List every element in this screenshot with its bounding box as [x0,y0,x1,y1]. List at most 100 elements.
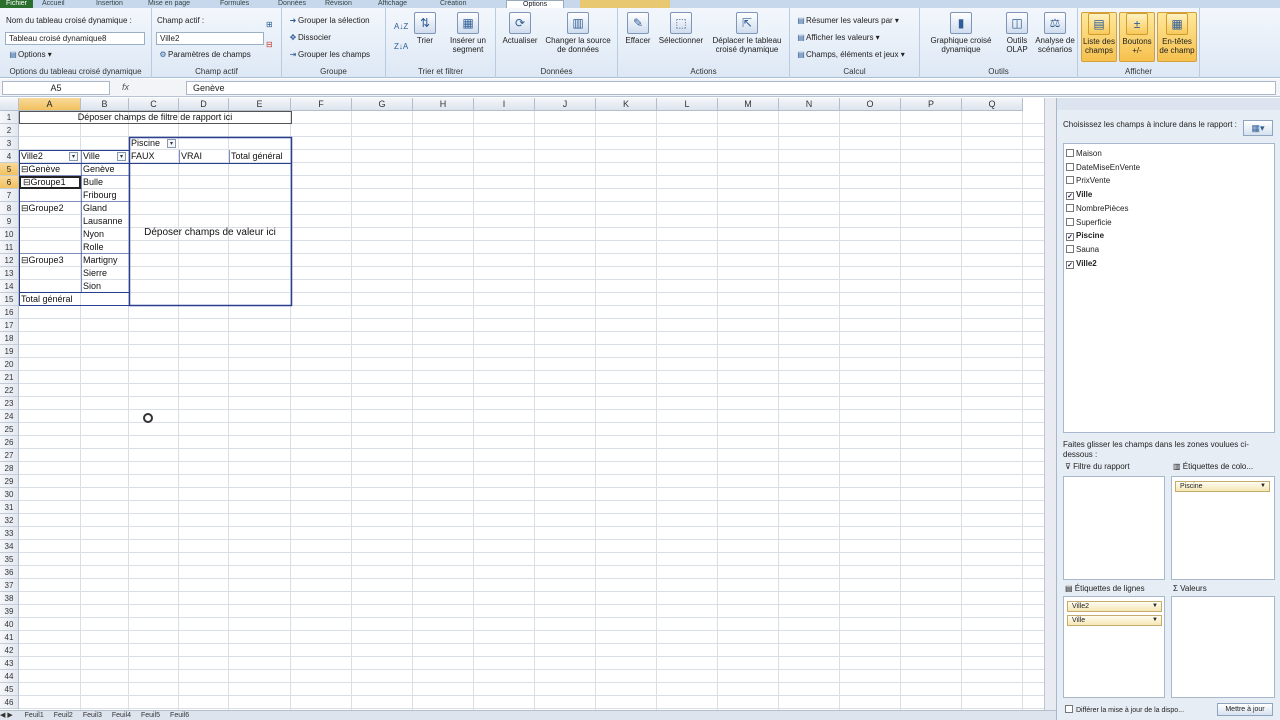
options-button[interactable]: ▤Options ▾ [8,50,52,59]
row-header[interactable]: 40 [0,618,19,631]
tab-8[interactable]: Création [440,0,466,8]
city-row[interactable]: Martigny [81,254,129,267]
collapse-field-icon[interactable]: ⊟ [266,40,273,49]
row-header[interactable]: 4 [0,150,19,163]
row-header[interactable]: 27 [0,449,19,462]
city-row[interactable]: Gland [81,202,129,215]
row-header[interactable]: 18 [0,332,19,345]
sheet-tab[interactable]: Feuil2 [54,712,73,719]
col-label-total[interactable]: Total général [229,150,291,163]
scenario-button[interactable]: ⚖ Analyse de scénarios [1034,12,1076,54]
vertical-scrollbar[interactable] [1044,98,1056,710]
grand-total-row[interactable]: Total général [19,293,129,306]
tab-5[interactable]: Données [278,0,306,8]
area-field-pill[interactable]: Ville2 ▼ [1067,601,1162,612]
row-header[interactable]: 23 [0,397,19,410]
tab-3[interactable]: Mise en page [148,0,190,8]
group-row-groupe2[interactable]: ⊟Groupe2 [19,202,81,215]
field-list-button[interactable]: ▤ Liste des champs [1081,12,1117,62]
update-button[interactable]: Mettre à jour [1217,703,1273,716]
tab-9[interactable]: Options [506,0,565,8]
pivot-chart-button[interactable]: ▮ Graphique croisé dynamique [922,12,1000,54]
layout-options-button[interactable]: ▦▾ [1243,120,1273,136]
sheet-tab[interactable]: Feuil6 [170,712,189,719]
collapse-icon[interactable]: ⊟ [21,164,29,174]
row-header[interactable]: 35 [0,553,19,566]
column-header[interactable]: E [229,98,291,111]
row-header[interactable]: 16 [0,306,19,319]
column-header[interactable]: K [596,98,657,111]
sort-za-icon[interactable]: Z↓A [394,42,408,51]
field-checkbox[interactable] [1066,217,1074,226]
row-header[interactable]: 12 [0,254,19,267]
column-header[interactable]: L [657,98,718,111]
field-checkbox[interactable]: ✓ [1066,260,1074,269]
column-header[interactable]: B [81,98,129,111]
column-header[interactable]: G [352,98,413,111]
pivot-filter-drop-zone[interactable]: Déposer champs de filtre de rapport ici [19,111,291,124]
city-row[interactable]: Genève [81,163,129,176]
tab-2[interactable]: Insertion [96,0,123,8]
city-row[interactable]: Sierre [81,267,129,280]
column-header[interactable]: H [413,98,474,111]
active-field-input[interactable]: Ville2 [156,32,264,45]
field-item[interactable]: NombrePièces [1066,202,1128,215]
row-header[interactable]: 22 [0,384,19,397]
column-header[interactable]: J [535,98,596,111]
field-item[interactable]: ✓ Piscine [1066,229,1104,242]
row-header[interactable]: 1 [0,111,19,124]
row-header[interactable]: 41 [0,631,19,644]
show-values-button[interactable]: ▤Afficher les valeurs ▾ [796,33,879,42]
sheet-nav-icon[interactable]: ◀ ▶ [0,712,15,719]
row-header[interactable]: 14 [0,280,19,293]
summarize-button[interactable]: ▤Résumer les valeurs par ▾ [796,16,899,25]
field-settings-button[interactable]: ⚙Paramètres de champs [158,50,250,59]
row-header[interactable]: 7 [0,189,19,202]
sort-az-icon[interactable]: A↓Z [394,22,408,31]
clear-button[interactable]: ✎ Effacer [620,12,656,45]
row-header[interactable]: 29 [0,475,19,488]
field-checkbox[interactable] [1066,176,1074,185]
ungroup-button[interactable]: ✥ Dissocier [288,33,331,42]
row-header[interactable]: 32 [0,514,19,527]
city-row[interactable]: Sion [81,280,129,293]
group-field-button[interactable]: ⇥ Grouper les champs [288,50,370,59]
expand-field-icon[interactable]: ⊞ [266,20,273,29]
field-checkbox[interactable] [1066,149,1074,157]
row-header[interactable]: 38 [0,592,19,605]
column-header[interactable]: P [901,98,962,111]
select-button[interactable]: ⬚ Sélectionner [656,12,706,45]
row-header[interactable]: 21 [0,371,19,384]
tab-6[interactable]: Révision [325,0,352,8]
tab-7[interactable]: Affichage [378,0,407,8]
pill-dropdown-icon[interactable]: ▼ [1260,482,1266,491]
row-header[interactable]: 8 [0,202,19,215]
row-header[interactable]: 20 [0,358,19,371]
field-item[interactable]: ✓ Ville [1066,188,1092,201]
name-box[interactable]: A5 [2,81,110,95]
city-row[interactable]: Rolle [81,241,129,254]
column-header[interactable]: M [718,98,779,111]
field-item[interactable]: PrixVente [1066,174,1110,187]
group-selection-button[interactable]: ➜ Grouper la sélection [288,16,370,25]
column-header[interactable]: F [291,98,352,111]
rows-area[interactable]: Ville2 ▼ Ville ▼ [1063,596,1165,698]
fx-icon[interactable]: fx [122,82,129,92]
field-checkbox[interactable] [1066,244,1074,253]
columns-area[interactable]: Piscine ▼ [1171,476,1275,580]
group-row-geneve[interactable]: ⊟Genève [19,163,81,176]
filter-area[interactable] [1063,476,1165,580]
row-header[interactable]: 9 [0,215,19,228]
column-header[interactable]: C [129,98,179,111]
row-header[interactable]: 2 [0,124,19,137]
group-row-groupe3[interactable]: ⊟Groupe3 [19,254,81,267]
row-header[interactable]: 25 [0,423,19,436]
group-row-groupe1-selected[interactable]: ⊟Groupe1 [19,176,81,189]
fields-items-button[interactable]: ▤Champs, éléments et jeux ▾ [796,50,905,59]
row-header[interactable]: 10 [0,228,19,241]
city-row[interactable]: Fribourg [81,189,129,202]
col-label-faux[interactable]: FAUX [129,150,179,163]
plus-minus-button[interactable]: ± Boutons +/- [1119,12,1155,62]
field-item[interactable]: DateMiseEnVente [1066,161,1140,174]
row-header[interactable]: 44 [0,670,19,683]
